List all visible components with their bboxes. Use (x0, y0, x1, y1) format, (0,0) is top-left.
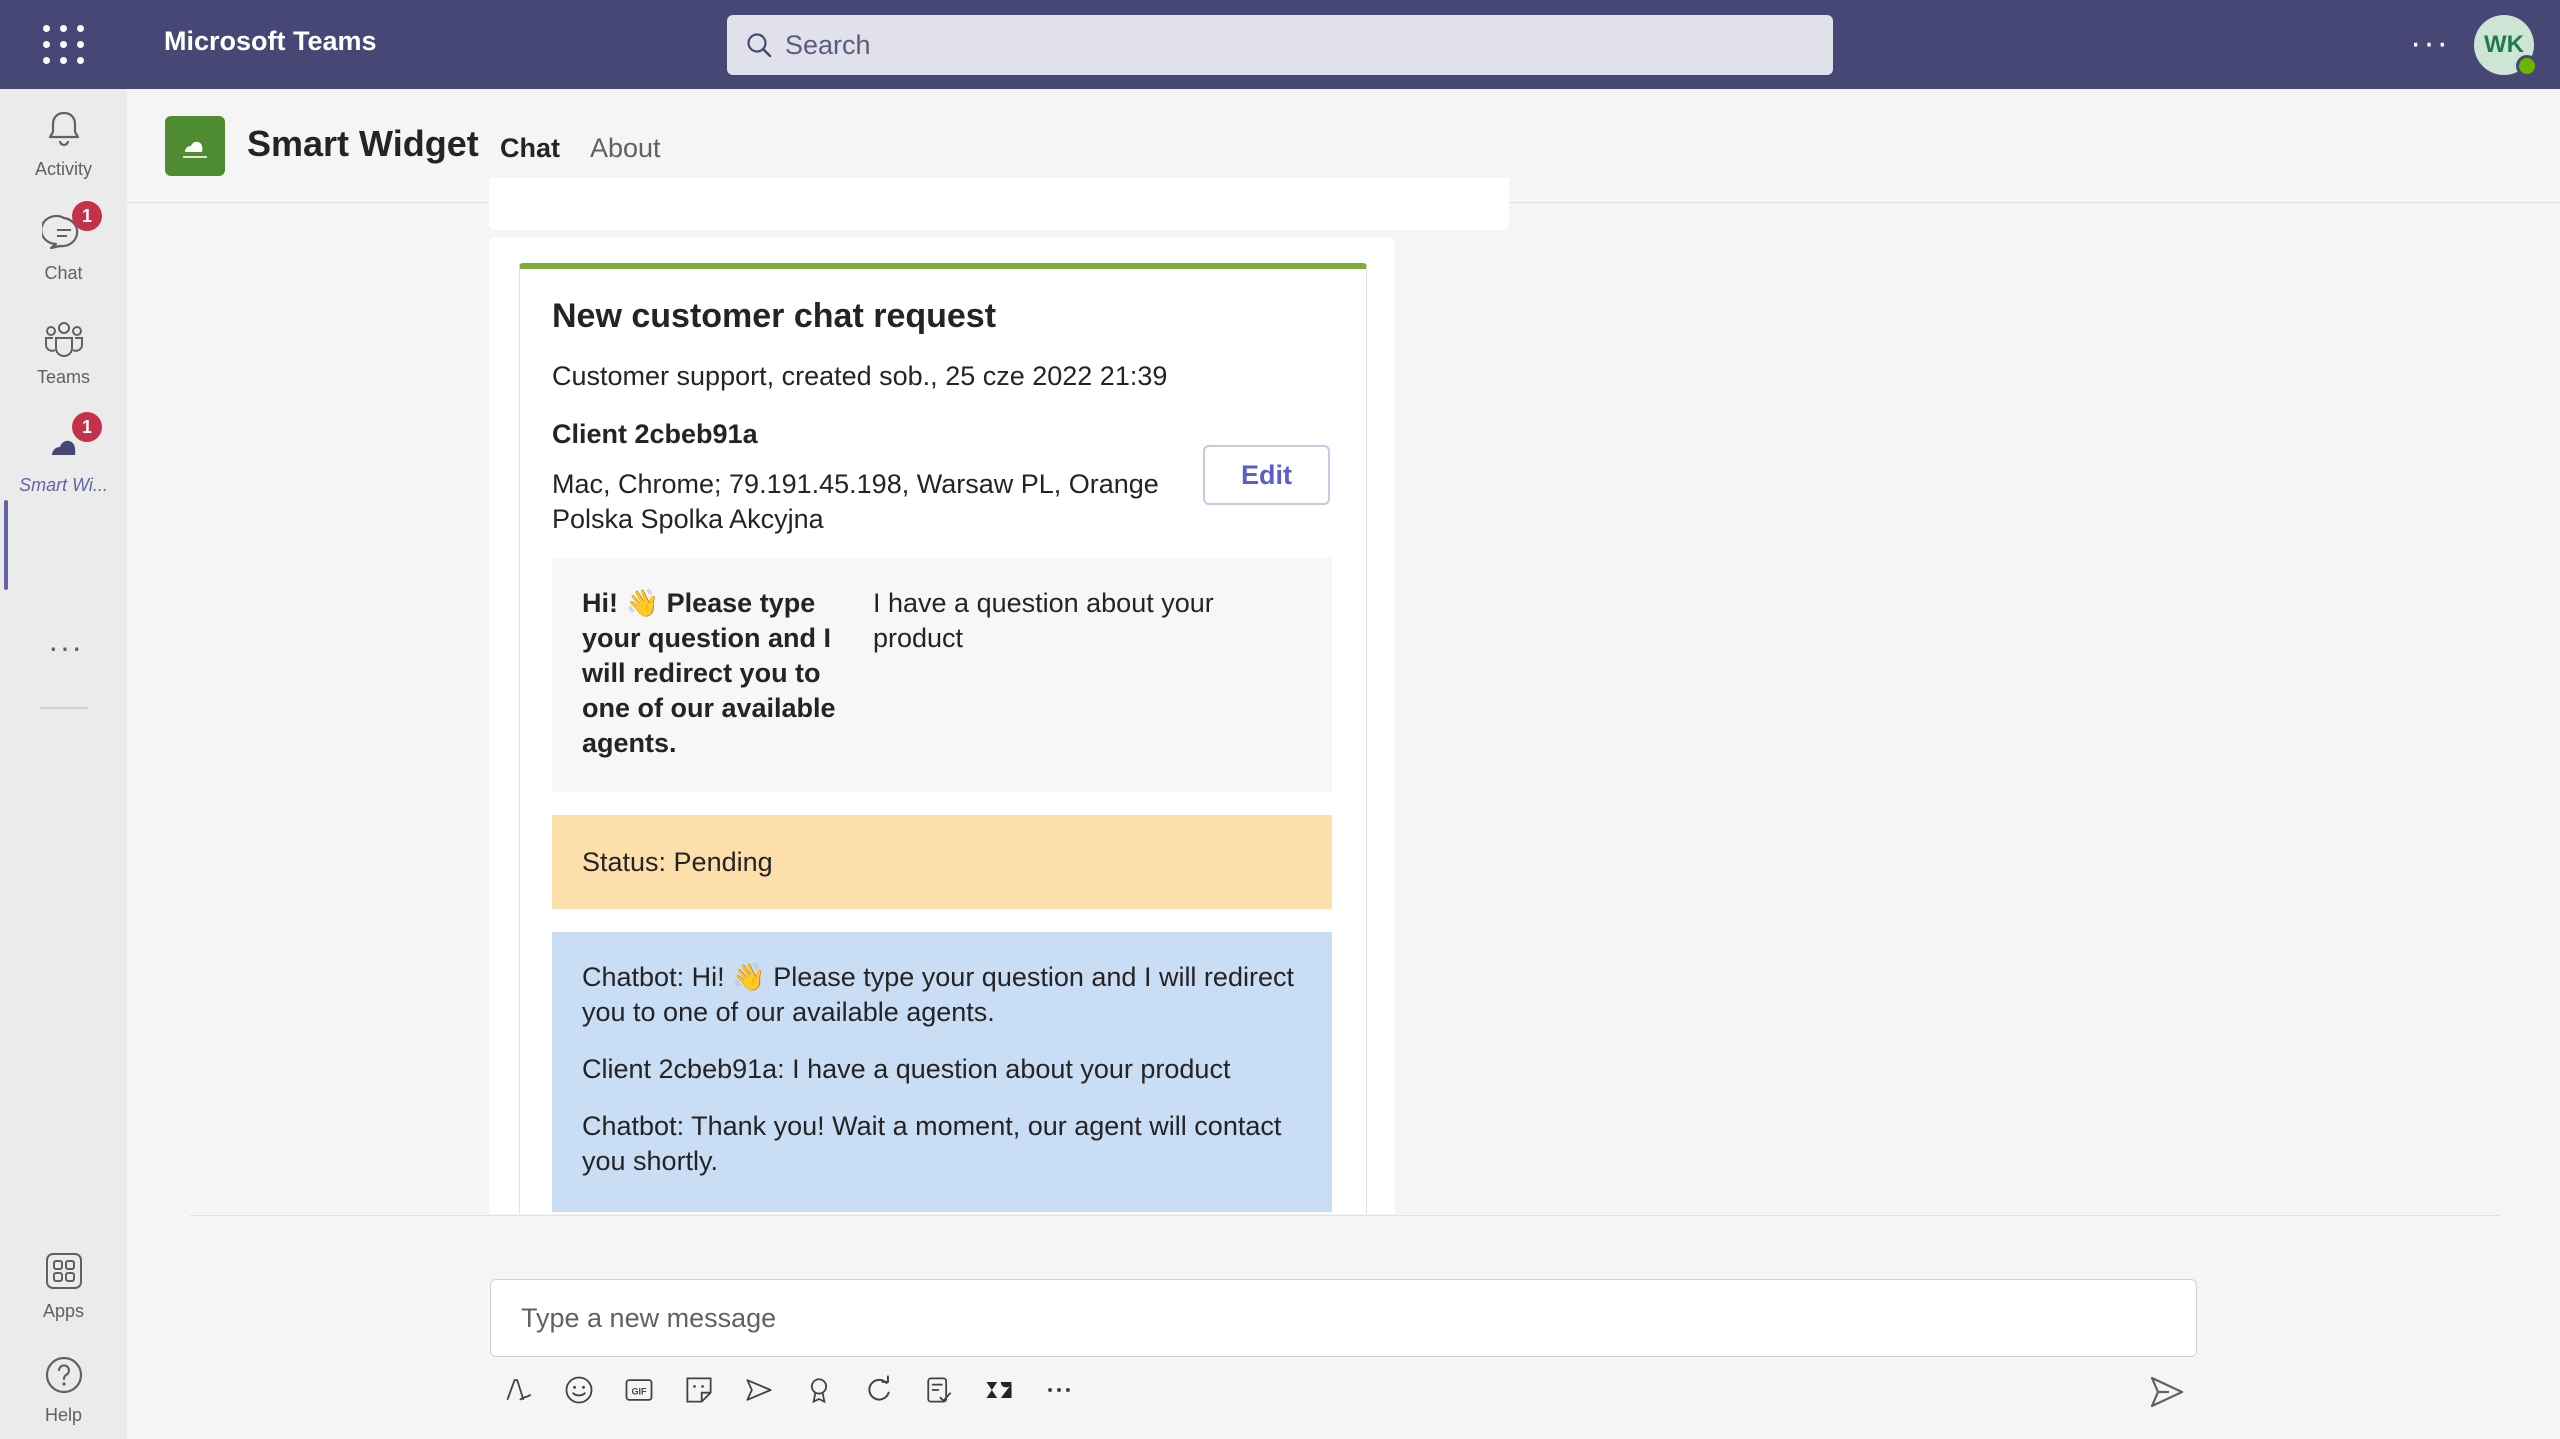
transcript-line: Chatbot: Hi! 👋 Please type your question… (582, 962, 1294, 1027)
smart-widget-unread-badge: 1 (72, 412, 102, 442)
rail-item-help[interactable]: Help (0, 1353, 127, 1439)
sticker-icon[interactable] (680, 1371, 718, 1409)
transcript-line: Chatbot: Thank you! Wait a moment, our a… (582, 1111, 1282, 1176)
client-answer: I have a question about your product (873, 588, 1214, 653)
teams-icon (44, 322, 83, 357)
title-bar: Microsoft Teams ··· WK (0, 0, 2560, 89)
chat-unread-badge: 1 (72, 201, 102, 231)
rail-label-apps: Apps (42, 1301, 85, 1321)
apps-icon (45, 1253, 82, 1289)
compose-toolbar: GIF (500, 1370, 1100, 1410)
chat-transcript: Chatbot: Hi! 👋 Please type your question… (552, 932, 1332, 1212)
rail-divider (40, 707, 88, 709)
avatar-initials: WK (2484, 31, 2524, 58)
tab-about[interactable]: About (590, 133, 661, 164)
more-options-icon[interactable] (1040, 1371, 1078, 1409)
gif-icon[interactable]: GIF (620, 1371, 658, 1409)
svg-text:GIF: GIF (632, 1386, 647, 1396)
chat-message: New customer chat request Customer suppo… (489, 237, 1395, 1214)
settings-more-icon[interactable]: ··· (2410, 24, 2450, 63)
card-subtitle: Customer support, created sob., 25 cze 2… (552, 361, 1168, 391)
app-name: Smart Widget (247, 123, 479, 164)
search-icon (747, 33, 772, 58)
zendesk-icon[interactable] (980, 1371, 1018, 1409)
app-launcher-icon[interactable] (42, 22, 86, 66)
rail-label-activity: Activity (34, 159, 92, 179)
tab-chat[interactable]: Chat (500, 133, 560, 164)
praise-icon[interactable] (800, 1371, 838, 1409)
adaptive-card: New customer chat request Customer suppo… (519, 263, 1367, 1214)
status-badge: Status: Pending (552, 815, 1332, 909)
status-text: Status: Pending (582, 846, 773, 877)
message-input[interactable] (521, 1302, 2161, 1334)
smart-widget-logo (165, 116, 225, 176)
transcript-line: Client 2cbeb91a: I have a question about… (582, 1054, 1231, 1084)
schedule-meeting-icon[interactable] (740, 1371, 778, 1409)
bell-icon (48, 111, 79, 147)
help-icon (45, 1356, 82, 1394)
presence-available-icon (2516, 55, 2538, 77)
client-name: Client 2cbeb91a (552, 419, 758, 449)
rail-label-chat: Chat (44, 263, 83, 283)
rail-label-teams: Teams (36, 367, 90, 387)
client-info: Mac, Chrome; 79.191.45.198, Warsaw PL, O… (552, 469, 1159, 534)
avatar[interactable]: WK (2474, 15, 2538, 77)
compose-divider (190, 1215, 2500, 1216)
rail-item-activity[interactable]: Activity (0, 107, 127, 207)
rail-label-help: Help (44, 1405, 83, 1425)
card-title: New customer chat request (552, 297, 997, 335)
more-apps-icon[interactable]: ··· (48, 629, 83, 666)
format-icon[interactable] (500, 1371, 538, 1409)
rail-label-smart-widget: Smart Wi... (19, 475, 108, 495)
rail-item-chat[interactable]: Chat (0, 211, 127, 311)
rail-item-apps[interactable]: Apps (0, 1249, 127, 1349)
rail-item-smart-widget[interactable]: Smart Wi... (0, 423, 127, 523)
search-box[interactable] (727, 15, 1833, 75)
rail-item-teams[interactable]: Teams (0, 315, 127, 415)
app-title: Microsoft Teams (164, 26, 377, 56)
compose-box[interactable] (490, 1279, 2197, 1357)
send-icon[interactable] (2147, 1372, 2187, 1412)
cloud-logo-icon (183, 141, 207, 158)
approvals-icon[interactable] (920, 1371, 958, 1409)
question-answer-box: Hi! 👋 Please type your question and I wi… (552, 558, 1332, 792)
search-input[interactable] (785, 29, 1785, 61)
loop-icon[interactable] (860, 1371, 898, 1409)
edit-button[interactable]: Edit (1203, 445, 1330, 505)
previous-message-fragment (489, 178, 1509, 230)
bot-question: Hi! 👋 Please type your question and I wi… (582, 588, 836, 758)
app-bar: Activity Chat 1 Teams Smart Wi... 1 ··· (0, 89, 127, 1439)
emoji-icon[interactable] (560, 1371, 598, 1409)
